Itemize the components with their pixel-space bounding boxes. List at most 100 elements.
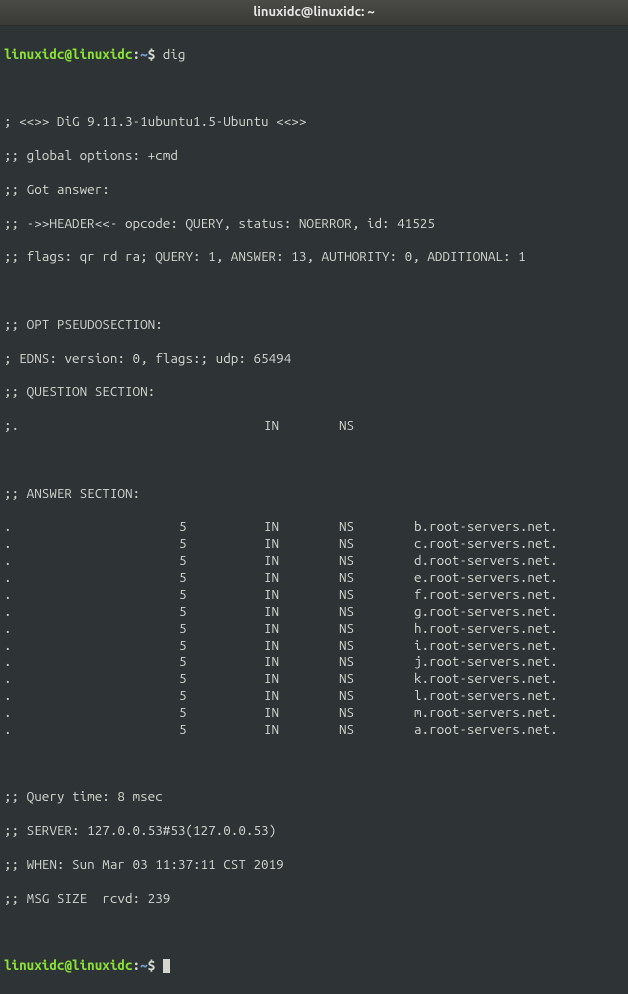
prompt-symbol: $ <box>148 46 163 62</box>
answer-target: d.root-servers.net. <box>414 552 558 569</box>
dig-query-time: ;; Query time: 8 msec <box>4 788 624 805</box>
answer-ttl: 5 <box>179 569 264 586</box>
question-type: NS <box>339 417 414 434</box>
answer-row: .5INNSm.root-servers.net. <box>4 704 624 721</box>
answer-class: IN <box>264 586 339 603</box>
dig-server: ;; SERVER: 127.0.0.53#53(127.0.0.53) <box>4 822 624 839</box>
answer-class: IN <box>264 620 339 637</box>
answer-ttl: 5 <box>179 535 264 552</box>
window-titlebar: linuxidc@linuxidc: ~ <box>0 0 628 26</box>
answer-ttl: 5 <box>179 721 264 738</box>
answer-ttl: 5 <box>179 603 264 620</box>
answer-ttl: 5 <box>179 687 264 704</box>
prompt-symbol: $ <box>148 957 163 973</box>
answer-target: j.root-servers.net. <box>414 653 558 670</box>
answer-name: . <box>4 637 179 654</box>
answer-ttl: 5 <box>179 518 264 535</box>
answer-name: . <box>4 687 179 704</box>
answer-target: b.root-servers.net. <box>414 518 558 535</box>
answer-target: h.root-servers.net. <box>414 620 558 637</box>
answer-name: . <box>4 721 179 738</box>
answer-type: NS <box>339 704 414 721</box>
dig-flags: ;; flags: qr rd ra; QUERY: 1, ANSWER: 13… <box>4 248 624 265</box>
dig-msg-size: ;; MSG SIZE rcvd: 239 <box>4 890 624 907</box>
answer-class: IN <box>264 535 339 552</box>
answer-class: IN <box>264 704 339 721</box>
question-name: ;. <box>4 417 179 434</box>
prompt-line-2: linuxidc@linuxidc:~$ <box>4 957 624 974</box>
terminal-output[interactable]: linuxidc@linuxidc:~$ dig ; <<>> DiG 9.11… <box>0 26 628 994</box>
answer-class: IN <box>264 670 339 687</box>
answer-type: NS <box>339 552 414 569</box>
prompt-path: ~ <box>140 46 148 62</box>
answer-target: f.root-servers.net. <box>414 586 558 603</box>
prompt-user-host: linuxidc@linuxidc <box>4 957 133 973</box>
prompt-user-host: linuxidc@linuxidc <box>4 46 133 62</box>
answer-target: i.root-servers.net. <box>414 637 558 654</box>
answer-class: IN <box>264 721 339 738</box>
answer-type: NS <box>339 603 414 620</box>
answer-target: c.root-servers.net. <box>414 535 558 552</box>
answer-row: .5INNSl.root-servers.net. <box>4 687 624 704</box>
prompt-separator: : <box>133 957 141 973</box>
answer-class: IN <box>264 603 339 620</box>
answer-name: . <box>4 518 179 535</box>
answer-target: k.root-servers.net. <box>414 670 558 687</box>
blank-line <box>4 923 624 940</box>
dig-edns: ; EDNS: version: 0, flags:; udp: 65494 <box>4 350 624 367</box>
answer-name: . <box>4 586 179 603</box>
answer-class: IN <box>264 518 339 535</box>
answer-name: . <box>4 670 179 687</box>
answer-class: IN <box>264 569 339 586</box>
answer-name: . <box>4 535 179 552</box>
answer-target: g.root-servers.net. <box>414 603 558 620</box>
dig-question-row: ;. INNS <box>4 417 624 434</box>
answer-ttl: 5 <box>179 620 264 637</box>
answer-name: . <box>4 704 179 721</box>
answer-class: IN <box>264 637 339 654</box>
answer-name: . <box>4 603 179 620</box>
dig-banner: ; <<>> DiG 9.11.3-1ubuntu1.5-Ubuntu <<>> <box>4 113 624 130</box>
window-title: linuxidc@linuxidc: ~ <box>253 4 374 20</box>
cursor-block <box>163 959 170 973</box>
answer-name: . <box>4 653 179 670</box>
answer-name: . <box>4 552 179 569</box>
answer-target: a.root-servers.net. <box>414 721 558 738</box>
answer-type: NS <box>339 586 414 603</box>
blank-line <box>4 755 624 772</box>
dig-got-answer: ;; Got answer: <box>4 181 624 198</box>
answer-ttl: 5 <box>179 670 264 687</box>
answer-ttl: 5 <box>179 586 264 603</box>
dig-when: ;; WHEN: Sun Mar 03 11:37:11 CST 2019 <box>4 856 624 873</box>
answer-type: NS <box>339 670 414 687</box>
dig-opt-header: ;; OPT PSEUDOSECTION: <box>4 316 624 333</box>
answer-row: .5INNSe.root-servers.net. <box>4 569 624 586</box>
answer-type: NS <box>339 518 414 535</box>
answer-row: .5INNSa.root-servers.net. <box>4 721 624 738</box>
answer-type: NS <box>339 620 414 637</box>
answer-row: .5INNSf.root-servers.net. <box>4 586 624 603</box>
answer-row: .5INNSi.root-servers.net. <box>4 637 624 654</box>
answer-class: IN <box>264 653 339 670</box>
dig-answer-header: ;; ANSWER SECTION: <box>4 485 624 502</box>
answer-ttl: 5 <box>179 653 264 670</box>
answer-type: NS <box>339 535 414 552</box>
answer-type: NS <box>339 653 414 670</box>
prompt-separator: : <box>133 46 141 62</box>
dig-answer-section: .5INNSb.root-servers.net..5INNSc.root-se… <box>4 518 624 737</box>
answer-row: .5INNSb.root-servers.net. <box>4 518 624 535</box>
dig-header: ;; ->>HEADER<<- opcode: QUERY, status: N… <box>4 215 624 232</box>
answer-ttl: 5 <box>179 552 264 569</box>
answer-row: .5INNSh.root-servers.net. <box>4 620 624 637</box>
answer-name: . <box>4 569 179 586</box>
answer-target: l.root-servers.net. <box>414 687 558 704</box>
blank-line <box>4 80 624 97</box>
prompt-path: ~ <box>140 957 148 973</box>
answer-name: . <box>4 620 179 637</box>
answer-class: IN <box>264 687 339 704</box>
answer-type: NS <box>339 721 414 738</box>
prompt-line-1: linuxidc@linuxidc:~$ dig <box>4 46 624 63</box>
answer-type: NS <box>339 687 414 704</box>
blank-line <box>4 282 624 299</box>
command-text: dig <box>163 46 186 62</box>
